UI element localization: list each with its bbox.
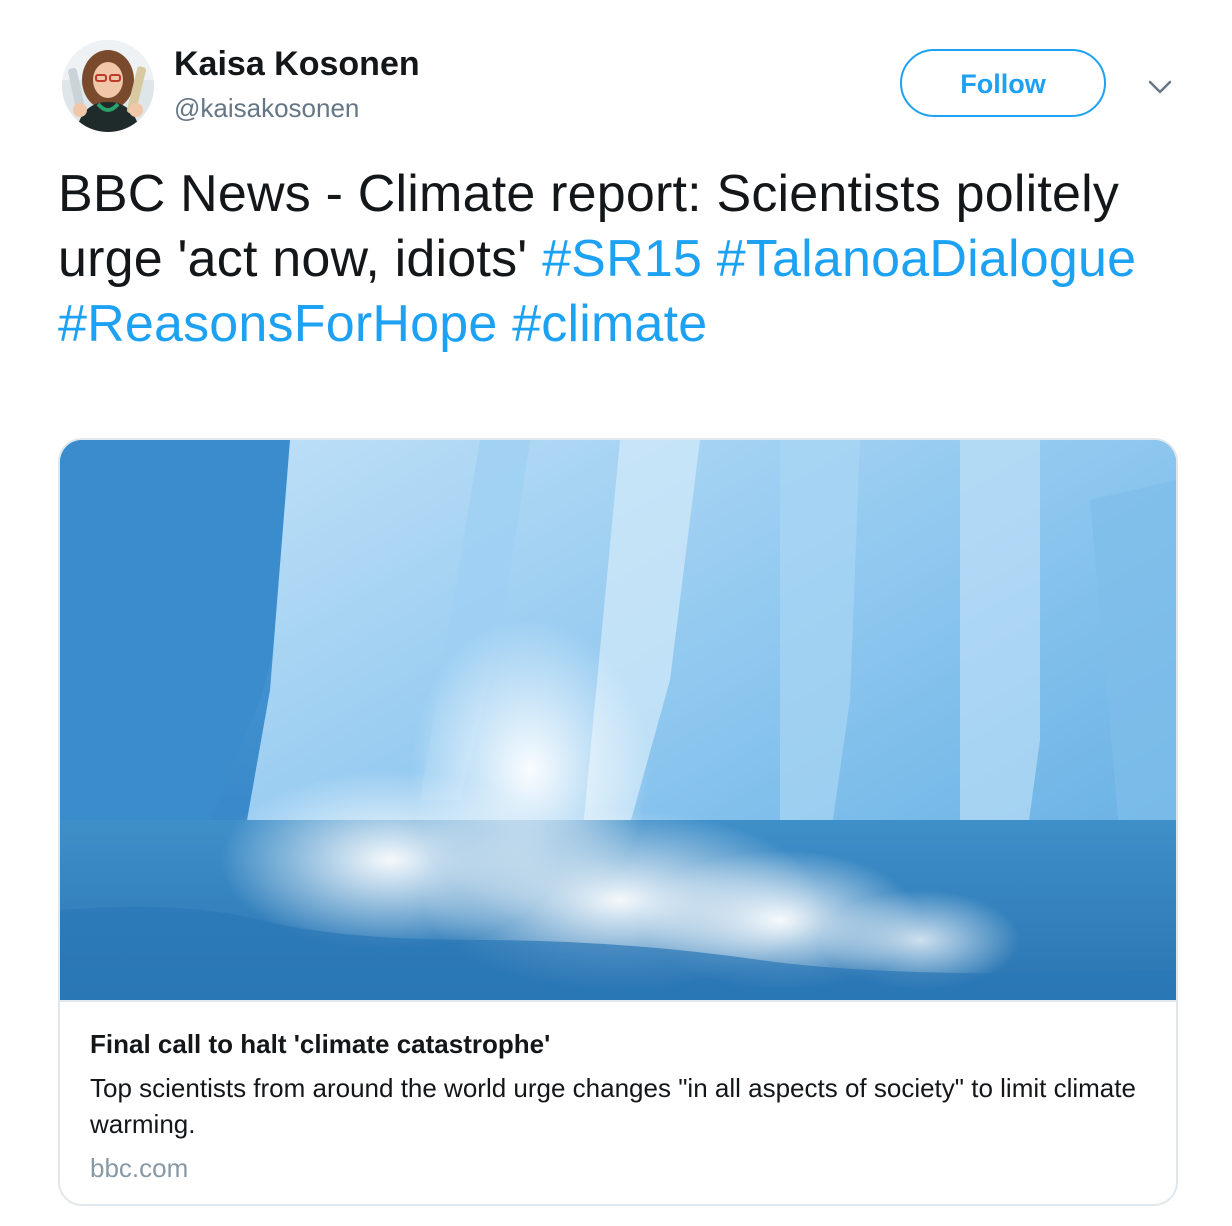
- glacier-calving-photo-icon: [60, 440, 1176, 1000]
- profile-photo-icon: [62, 40, 154, 132]
- hashtag-link[interactable]: #TalanoaDialogue: [717, 230, 1137, 288]
- card-image[interactable]: [60, 440, 1176, 1002]
- hashtag-link[interactable]: #SR15: [542, 230, 702, 288]
- tweet-text: BBC News - Climate report: Scientists po…: [58, 162, 1188, 357]
- hashtag-link[interactable]: #ReasonsForHope: [58, 295, 497, 353]
- avatar[interactable]: [62, 40, 154, 132]
- card-description: Top scientists from around the world urg…: [90, 1073, 1136, 1139]
- chevron-down-icon[interactable]: [1144, 76, 1176, 100]
- card-domain: bbc.com: [90, 1153, 189, 1183]
- follow-button[interactable]: Follow: [900, 49, 1106, 117]
- tweet: Kaisa Kosonen @kaisakosonen Follow BBC N…: [0, 0, 1232, 1226]
- hashtag-link[interactable]: #climate: [512, 295, 707, 353]
- link-preview-card[interactable]: Final call to halt 'climate catastrophe'…: [58, 438, 1178, 1206]
- card-title: Final call to halt 'climate catastrophe': [90, 1029, 551, 1059]
- user-display-name[interactable]: Kaisa Kosonen: [174, 44, 420, 84]
- user-handle[interactable]: @kaisakosonen: [174, 92, 359, 124]
